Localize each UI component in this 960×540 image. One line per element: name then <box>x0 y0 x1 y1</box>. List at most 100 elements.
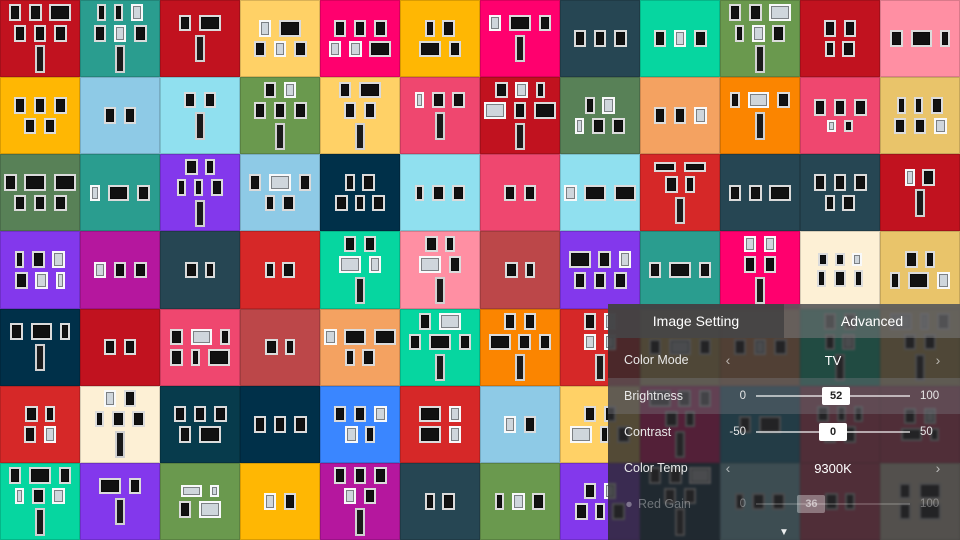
house-tile <box>800 154 880 231</box>
house-tile <box>160 154 240 231</box>
thumb-contrast[interactable]: 0 <box>819 423 847 441</box>
track-red-gain: 36 <box>756 503 910 505</box>
row-color-mode[interactable]: Color Mode ‹ TV › <box>608 342 960 378</box>
house-tile <box>240 77 320 154</box>
thumb-brightness[interactable]: 52 <box>822 387 850 405</box>
house-tile <box>640 0 720 77</box>
house-tile <box>800 77 880 154</box>
house-tile <box>480 309 560 386</box>
house-tile <box>560 231 640 308</box>
house-tile <box>160 231 240 308</box>
house-tile <box>880 77 960 154</box>
house-tile <box>320 77 400 154</box>
house-tile <box>560 0 640 77</box>
chevron-left-icon[interactable]: ‹ <box>720 460 736 476</box>
house-tile <box>320 386 400 463</box>
house-tile <box>880 154 960 231</box>
min-brightness: 0 <box>720 390 746 402</box>
label-contrast: Contrast <box>624 425 710 439</box>
house-tile <box>80 386 160 463</box>
house-tile <box>80 154 160 231</box>
house-tile <box>560 77 640 154</box>
house-tile <box>640 154 720 231</box>
tab-image-setting[interactable]: Image Setting <box>608 304 784 338</box>
house-tile <box>0 231 80 308</box>
house-tile <box>720 154 800 231</box>
house-tile <box>0 154 80 231</box>
osd-rows: Color Mode ‹ TV › Brightness 0 52 100 Co… <box>608 338 960 540</box>
house-tile <box>400 231 480 308</box>
house-tile <box>800 0 880 77</box>
max-contrast: 50 <box>920 426 946 438</box>
max-red-gain: 100 <box>920 498 946 510</box>
house-tile <box>480 386 560 463</box>
house-tile <box>640 77 720 154</box>
slider-contrast[interactable]: -50 0 50 <box>720 426 946 438</box>
house-tile <box>880 231 960 308</box>
thumb-red-gain: 36 <box>797 495 825 513</box>
house-tile <box>480 231 560 308</box>
house-tile <box>400 0 480 77</box>
max-brightness: 100 <box>920 390 946 402</box>
house-tile <box>480 154 560 231</box>
house-tile <box>480 463 560 540</box>
min-contrast: -50 <box>720 426 746 438</box>
house-tile <box>80 0 160 77</box>
chevron-right-icon[interactable]: › <box>930 460 946 476</box>
row-red-gain: ● Red Gain 0 36 100 <box>608 486 960 522</box>
label-red-gain-text: Red Gain <box>638 497 691 511</box>
house-tile <box>320 154 400 231</box>
track-brightness[interactable]: 52 <box>756 395 910 397</box>
house-tile <box>400 309 480 386</box>
track-contrast[interactable]: 0 <box>756 431 910 433</box>
house-tile <box>400 463 480 540</box>
row-brightness[interactable]: Brightness 0 52 100 <box>608 378 960 414</box>
selector-color-temp: ‹ 9300K › <box>720 460 946 476</box>
house-tile <box>560 154 640 231</box>
row-contrast[interactable]: Contrast -50 0 50 <box>608 414 960 450</box>
scroll-down-icon[interactable]: ▼ <box>779 527 789 538</box>
house-tile <box>720 231 800 308</box>
house-tile <box>240 309 320 386</box>
house-tile <box>720 77 800 154</box>
house-tile <box>0 77 80 154</box>
chevron-left-icon[interactable]: ‹ <box>720 352 736 368</box>
bullet-icon: ● <box>624 497 634 511</box>
slider-brightness[interactable]: 0 52 100 <box>720 390 946 402</box>
house-tile <box>160 0 240 77</box>
house-tile <box>240 154 320 231</box>
house-tile <box>240 0 320 77</box>
house-tile <box>400 386 480 463</box>
house-tile <box>160 309 240 386</box>
house-tile <box>640 231 720 308</box>
tab-advanced[interactable]: Advanced <box>784 304 960 338</box>
house-tile <box>80 463 160 540</box>
house-tile <box>320 231 400 308</box>
house-tile <box>320 0 400 77</box>
osd-panel: Image Setting Advanced Color Mode ‹ TV ›… <box>608 304 960 540</box>
min-red-gain: 0 <box>720 498 746 510</box>
osd-tabs: Image Setting Advanced <box>608 304 960 338</box>
label-red-gain: ● Red Gain <box>624 497 710 511</box>
house-tile <box>240 231 320 308</box>
house-tile <box>480 77 560 154</box>
house-tile <box>80 309 160 386</box>
label-brightness: Brightness <box>624 389 710 403</box>
value-color-temp: 9300K <box>736 461 930 476</box>
house-tile <box>0 0 80 77</box>
house-tile <box>400 77 480 154</box>
row-color-temp[interactable]: Color Temp ‹ 9300K › <box>608 450 960 486</box>
house-tile <box>80 231 160 308</box>
selector-color-mode: ‹ TV › <box>720 352 946 368</box>
house-tile <box>800 231 880 308</box>
slider-red-gain: 0 36 100 <box>720 498 946 510</box>
house-tile <box>160 386 240 463</box>
chevron-right-icon[interactable]: › <box>930 352 946 368</box>
house-tile <box>480 0 560 77</box>
house-tile <box>0 463 80 540</box>
house-tile <box>0 309 80 386</box>
house-tile <box>160 77 240 154</box>
house-tile <box>400 154 480 231</box>
house-tile <box>240 463 320 540</box>
house-tile <box>80 77 160 154</box>
